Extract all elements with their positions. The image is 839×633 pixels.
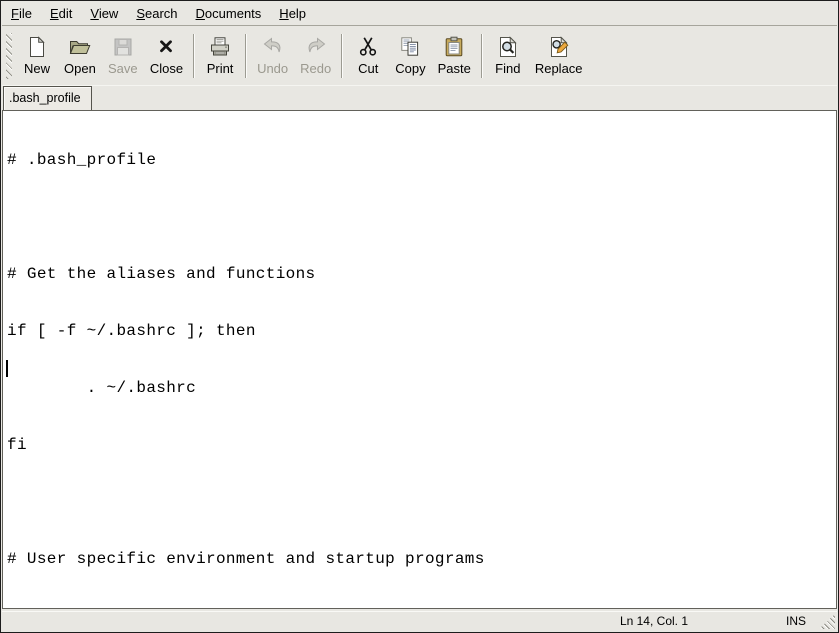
open-button-label: Open bbox=[64, 62, 96, 76]
editor-line bbox=[7, 493, 836, 512]
print-icon bbox=[208, 35, 232, 59]
save-button: Save bbox=[102, 32, 144, 79]
find-magnifier-icon bbox=[496, 35, 520, 59]
print-button-label: Print bbox=[207, 62, 234, 76]
insert-mode-status: INS bbox=[786, 614, 806, 628]
redo-button-label: Redo bbox=[300, 62, 331, 76]
text-editor-area[interactable]: # .bash_profile # Get the aliases and fu… bbox=[2, 110, 837, 609]
undo-button-label: Undo bbox=[257, 62, 288, 76]
text-editor-window: File Edit View Search Documents Help New… bbox=[0, 0, 839, 633]
menu-view-label: View bbox=[90, 6, 118, 21]
menu-file[interactable]: File bbox=[2, 3, 41, 24]
menu-help[interactable]: Help bbox=[270, 3, 315, 24]
toolbar-separator bbox=[193, 34, 195, 78]
paste-clipboard-icon bbox=[442, 35, 466, 59]
open-folder-icon bbox=[68, 35, 92, 59]
redo-button: Redo bbox=[294, 32, 337, 79]
cut-button-label: Cut bbox=[358, 62, 378, 76]
close-button-label: Close bbox=[150, 62, 183, 76]
editor-line bbox=[7, 607, 836, 609]
find-button[interactable]: Find bbox=[487, 32, 529, 79]
menu-search-label: Search bbox=[136, 6, 177, 21]
text-caret bbox=[6, 360, 8, 377]
close-icon bbox=[154, 35, 178, 59]
menu-search[interactable]: Search bbox=[127, 3, 186, 24]
save-button-label: Save bbox=[108, 62, 138, 76]
menu-edit[interactable]: Edit bbox=[41, 3, 81, 24]
open-button[interactable]: Open bbox=[58, 32, 102, 79]
menu-view[interactable]: View bbox=[81, 3, 127, 24]
print-button[interactable]: Print bbox=[199, 32, 241, 79]
cut-button[interactable]: Cut bbox=[347, 32, 389, 79]
redo-arrow-icon bbox=[304, 35, 328, 59]
menu-file-label: File bbox=[11, 6, 32, 21]
cut-scissors-icon bbox=[356, 35, 380, 59]
close-button[interactable]: Close bbox=[144, 32, 189, 79]
tab-bash-profile[interactable]: .bash_profile bbox=[3, 86, 92, 110]
editor-line: # User specific environment and startup … bbox=[7, 550, 836, 569]
editor-line bbox=[7, 208, 836, 227]
toolbar-separator bbox=[481, 34, 483, 78]
new-document-icon bbox=[25, 35, 49, 59]
undo-arrow-icon bbox=[261, 35, 285, 59]
paste-button-label: Paste bbox=[438, 62, 471, 76]
save-floppy-icon bbox=[111, 35, 135, 59]
menu-documents[interactable]: Documents bbox=[187, 3, 271, 24]
new-button[interactable]: New bbox=[16, 32, 58, 79]
status-bar: Ln 14, Col. 1 INS bbox=[2, 611, 837, 631]
menubar: File Edit View Search Documents Help bbox=[2, 1, 837, 26]
editor-line: if [ -f ~/.bashrc ]; then bbox=[7, 322, 836, 341]
menu-edit-label: Edit bbox=[50, 6, 72, 21]
paste-button[interactable]: Paste bbox=[432, 32, 477, 79]
editor-line: # .bash_profile bbox=[7, 151, 836, 170]
undo-button: Undo bbox=[251, 32, 294, 79]
copy-icon bbox=[398, 35, 422, 59]
toolbar-drag-handle[interactable] bbox=[6, 33, 12, 79]
replace-icon bbox=[547, 35, 571, 59]
menu-help-label: Help bbox=[279, 6, 306, 21]
replace-button-label: Replace bbox=[535, 62, 583, 76]
copy-button[interactable]: Copy bbox=[389, 32, 431, 79]
toolbar: New Open Save Close bbox=[2, 26, 837, 86]
toolbar-separator bbox=[245, 34, 247, 78]
menu-documents-label: Documents bbox=[196, 6, 262, 21]
tab-label: .bash_profile bbox=[9, 91, 81, 105]
replace-button[interactable]: Replace bbox=[529, 32, 589, 79]
new-button-label: New bbox=[24, 62, 50, 76]
editor-line: # Get the aliases and functions bbox=[7, 265, 836, 284]
window-resize-grip[interactable] bbox=[819, 614, 835, 629]
editor-line: fi bbox=[7, 436, 836, 455]
find-button-label: Find bbox=[495, 62, 520, 76]
copy-button-label: Copy bbox=[395, 62, 425, 76]
editor-line: . ~/.bashrc bbox=[7, 379, 836, 398]
toolbar-separator bbox=[341, 34, 343, 78]
cursor-position-status: Ln 14, Col. 1 bbox=[620, 614, 688, 628]
tab-bar: .bash_profile bbox=[2, 86, 837, 110]
